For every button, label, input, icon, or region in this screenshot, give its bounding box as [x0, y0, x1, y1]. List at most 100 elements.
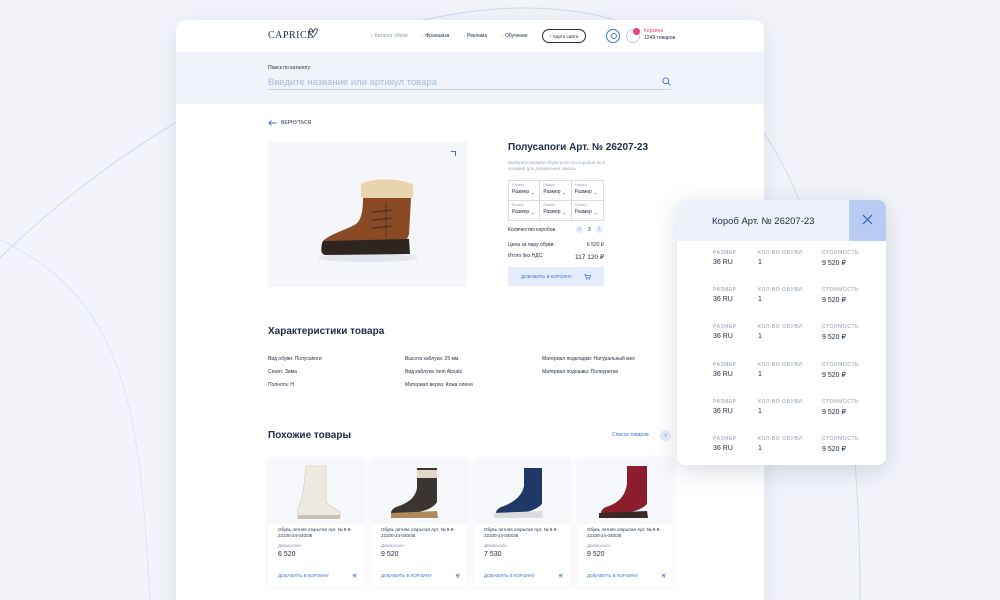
- product-card-image[interactable]: [268, 458, 364, 524]
- box-row: размер 36 RU кол-во обуви 1 стоимость 9 520…: [713, 250, 859, 267]
- cart-count: 1249 товаров: [644, 35, 676, 41]
- product-card-image[interactable]: [577, 458, 673, 524]
- chevron-down-icon: ⌄: [531, 209, 535, 215]
- search-icon[interactable]: [662, 77, 671, 86]
- box-row: размер 36 RU кол-во обуви 1 стоимость 9 520…: [713, 362, 859, 379]
- box-row: размер 36 RU кол-во обуви 1 стоимость 9 520…: [713, 324, 859, 341]
- card-price: 9 520: [381, 551, 399, 558]
- site-window: CAPRICE Каталог обуви Франшиза Реклама О…: [176, 20, 764, 600]
- sitemap-label: Карта сайта: [553, 33, 579, 39]
- nav-catalog[interactable]: Каталог обуви: [371, 33, 408, 39]
- char-item: Материал верха: Кожа оленя: [405, 382, 473, 388]
- total-value: 117 120 ₽: [575, 254, 604, 261]
- size-select[interactable]: Размер Размер ⌄: [509, 200, 541, 220]
- nav-training[interactable]: Обучение: [501, 33, 528, 39]
- site-header: CAPRICE Каталог обуви Франшиза Реклама О…: [176, 20, 764, 52]
- price-per-pair-row: Цена за пару обуви: 6 520 ₽: [508, 242, 604, 248]
- close-icon: [862, 214, 873, 225]
- product-card-image[interactable]: [474, 458, 570, 524]
- chevron-down-icon: ⌄: [593, 209, 598, 215]
- char-item: Материал подкладки: Натуральный мех: [542, 356, 635, 362]
- card-season: Демисезон: [278, 543, 301, 548]
- product-title: Полусапоги Арт. № 26207-23: [508, 142, 649, 153]
- total-row: Итого без НДС: 117 120 ₽: [508, 253, 604, 261]
- char-item: Сезон: Зима: [268, 369, 297, 375]
- char-item: Высота каблука: 25 мм: [405, 356, 459, 362]
- char-item: Вид каблука: kein Absatz: [405, 369, 462, 375]
- card-name: Обувь летняя открытая Арт. № 9-9-22100-2…: [587, 527, 661, 538]
- nav-franchise[interactable]: Франшиза: [422, 33, 449, 39]
- size-select[interactable]: Размер Размер ⌄: [572, 201, 603, 221]
- increment-button[interactable]: ›: [595, 226, 603, 233]
- sitemap-button[interactable]: › Карта сайта: [542, 29, 586, 43]
- price-pair-value: 6 520 ₽: [586, 242, 604, 248]
- size-select[interactable]: Размер Размер ⌄: [540, 181, 572, 201]
- card-name: Обувь летняя открытая Арт. № 9-9-22100-2…: [484, 527, 558, 538]
- size-selector-grid: Размер Размер ⌄ Размер Размер ⌄ Размер Размер…: [508, 180, 604, 221]
- product-card[interactable]: Обувь летняя открытая Арт. № 9-9-22100-2…: [577, 458, 673, 586]
- product-card[interactable]: Обувь летняя открытая Арт. № 9-9-22100-2…: [474, 458, 570, 586]
- nav-advertising[interactable]: Реклама: [463, 33, 487, 39]
- card-name: Обувь летняя открытая Арт. № 9-9-22100-2…: [278, 527, 352, 538]
- char-item: Материал подошвы: Полиуретан: [542, 369, 619, 375]
- product-list-link[interactable]: Список товаров: [612, 432, 649, 438]
- expand-icon[interactable]: [451, 151, 456, 156]
- card-add-to-cart[interactable]: добавить в корзину 🛒︎: [381, 573, 461, 579]
- cart-icon: 🛒︎: [661, 573, 667, 578]
- card-price: 9 520: [587, 551, 605, 558]
- box-contents-panel: Короб Арт. № 26207-23 размер 36 RU кол-во…: [677, 200, 886, 465]
- brown-boot-image: [318, 179, 418, 262]
- cart-icon: [584, 273, 591, 280]
- chevron-down-icon: ⌄: [562, 190, 567, 195]
- red-boot-image: [599, 466, 648, 518]
- next-arrow-button[interactable]: ›: [660, 430, 671, 441]
- price-pair-label: Цена за пару обуви:: [508, 242, 555, 248]
- arrow-left-icon: [268, 120, 277, 126]
- chevron-down-icon: ⌄: [593, 190, 598, 195]
- product-card-image[interactable]: [371, 458, 467, 524]
- add-to-cart-button[interactable]: добавить в корзину: [508, 267, 604, 286]
- card-season: Демисезон: [587, 543, 610, 548]
- chevron-down-icon: ⌄: [562, 209, 567, 215]
- dark-boot-image: [391, 468, 438, 518]
- card-price: 7 530: [484, 551, 502, 558]
- cart-label: Корзина: [644, 28, 664, 34]
- search-input[interactable]: [268, 76, 671, 90]
- similar-title: Похожие товары: [268, 430, 352, 441]
- back-label: вернуться: [281, 120, 312, 126]
- search-caption: Поиск по каталогу: [268, 65, 311, 71]
- quantity-value: 3: [588, 226, 591, 233]
- box-row: размер 36 RU кол-во обуви 1 стоимость 9 520…: [713, 287, 859, 304]
- quantity-stepper: ‹ 3 ›: [576, 226, 603, 233]
- card-add-to-cart[interactable]: добавить в корзину 🛒︎: [587, 573, 667, 579]
- box-row: размер 36 RU кол-во обуви 1 стоимость 9 520…: [713, 399, 859, 416]
- card-season: Демисезон: [381, 543, 404, 548]
- product-card[interactable]: Обувь летняя открытая Арт. № 9-9-22100-2…: [268, 458, 364, 586]
- navy-boot-image: [494, 468, 543, 518]
- close-button[interactable]: [849, 200, 886, 241]
- user-icon[interactable]: [606, 29, 620, 43]
- card-price: 6 520: [278, 551, 296, 558]
- back-link[interactable]: вернуться: [268, 120, 311, 126]
- cart-icon: 🛒︎: [558, 573, 564, 578]
- box-row: размер 36 RU кол-во обуви 1 стоимость 9 520…: [713, 436, 859, 453]
- butterfly-logo-icon: [308, 28, 318, 38]
- main-nav: Каталог обуви Франшиза Реклама Обучение: [371, 33, 528, 39]
- box-title: Короб Арт. № 26207-23: [712, 216, 815, 227]
- white-boot-image: [297, 465, 341, 519]
- card-add-to-cart[interactable]: добавить в корзину 🛒︎: [484, 573, 564, 579]
- size-select[interactable]: Размер Размер ⌄: [540, 200, 572, 220]
- cart-info[interactable]: Корзина 1249 товаров: [644, 28, 675, 42]
- product-card[interactable]: Обувь летняя открытая Арт. № 9-9-22100-2…: [371, 458, 467, 586]
- decrement-button[interactable]: ‹: [576, 226, 583, 233]
- cart-badge: [633, 28, 640, 35]
- product-image[interactable]: [268, 142, 467, 287]
- size-select[interactable]: Размер Размер ⌄: [571, 181, 603, 201]
- chevron-down-icon: ⌄: [531, 190, 535, 195]
- cart-icon: 🛒︎: [455, 573, 461, 578]
- size-select[interactable]: Размер Размер ⌄: [509, 181, 541, 201]
- product-hint: Выберите размер обуви и кол-во коробов п…: [508, 160, 606, 171]
- card-season: Демисезон: [484, 543, 507, 548]
- card-add-to-cart[interactable]: добавить в корзину 🛒︎: [278, 573, 358, 579]
- char-item: Вид обуви: Полусапоги: [268, 356, 322, 362]
